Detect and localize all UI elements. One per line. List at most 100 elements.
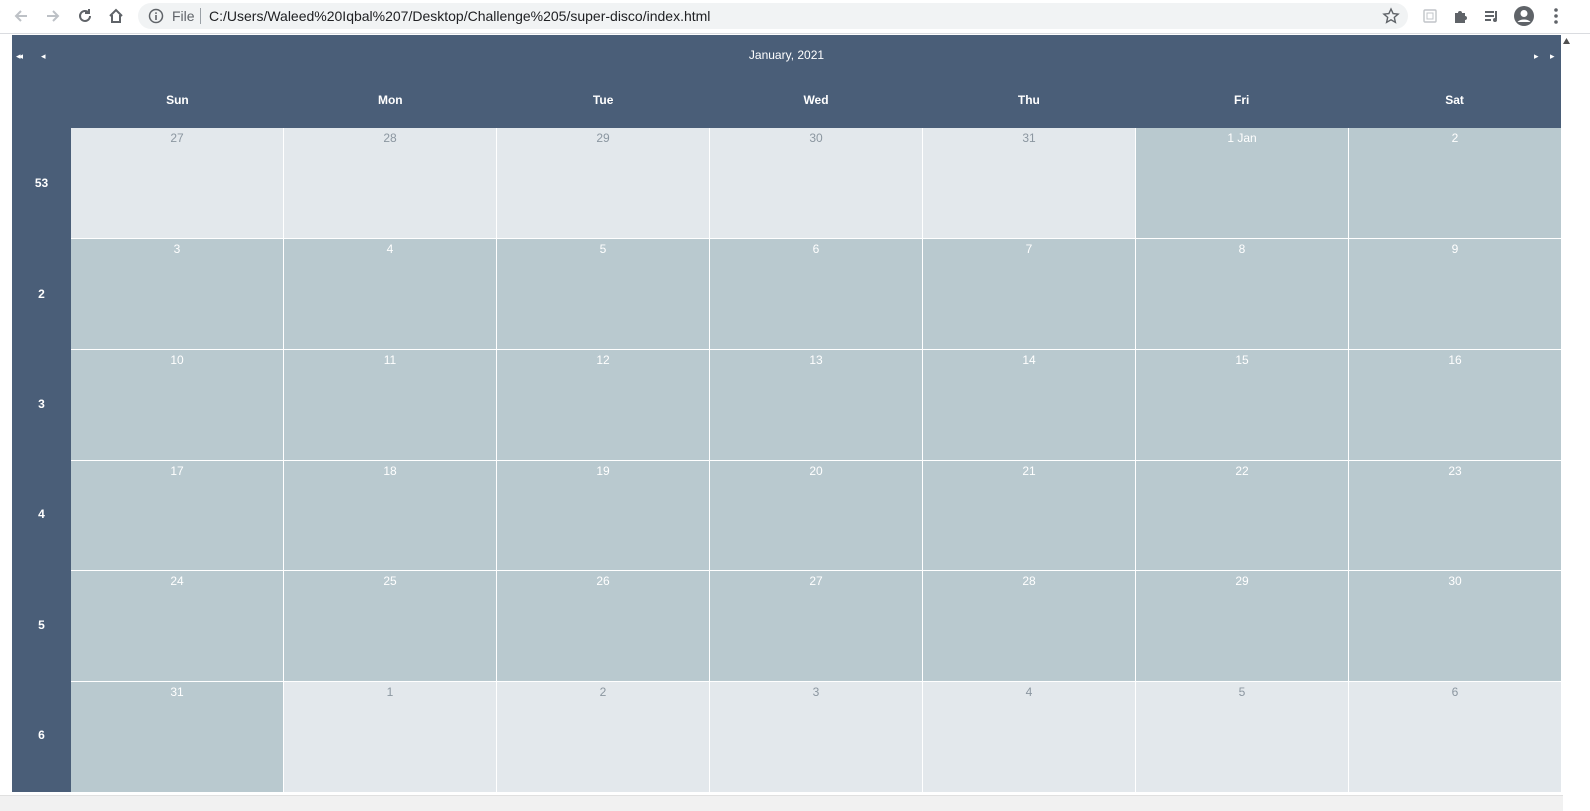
day-number: 31 <box>1022 131 1036 145</box>
day-cell[interactable]: 27 <box>71 128 283 238</box>
day-cell[interactable]: 5 <box>1136 682 1348 792</box>
account-circle-icon <box>1514 6 1534 26</box>
day-cell[interactable]: 28 <box>923 571 1135 682</box>
day-cell[interactable]: 13 <box>710 349 922 460</box>
day-cell[interactable]: 2 <box>1349 128 1561 238</box>
extensions-button[interactable] <box>1449 4 1473 28</box>
weekday-label: Thu <box>1017 93 1040 107</box>
day-number: 24 <box>170 574 184 589</box>
day-cell[interactable]: 14 <box>923 349 1135 460</box>
day-number: 31 <box>170 685 184 700</box>
address-bar[interactable]: File C:/Users/Waleed%20Iqbal%207/Desktop… <box>138 3 1408 29</box>
next-year-button[interactable]: ▸ <box>1550 51 1554 61</box>
day-cell[interactable]: 28 <box>284 128 496 238</box>
media-control-button[interactable] <box>1480 4 1504 28</box>
day-cell[interactable]: 29 <box>497 128 709 238</box>
day-cell[interactable]: 15 <box>1136 349 1348 460</box>
next-month-button[interactable]: ▸ <box>1534 51 1538 61</box>
day-number: 14 <box>1022 352 1036 367</box>
day-number: 26 <box>596 574 610 589</box>
day-cell[interactable]: 1 <box>284 682 496 792</box>
day-cell[interactable]: 18 <box>284 460 496 571</box>
day-cell[interactable]: 7 <box>923 238 1135 349</box>
day-number: 2 <box>599 685 607 700</box>
day-cell[interactable]: 3 <box>710 682 922 792</box>
week-number: 5 <box>38 617 45 632</box>
day-number: 7 <box>1025 241 1033 256</box>
day-cell[interactable]: 25 <box>284 571 496 682</box>
extension-button[interactable] <box>1418 4 1442 28</box>
day-cell[interactable]: 17 <box>71 460 283 571</box>
day-cell[interactable]: 12 <box>497 349 709 460</box>
browser-toolbar: File C:/Users/Waleed%20Iqbal%207/Desktop… <box>0 0 1590 34</box>
day-cell[interactable]: 30 <box>710 128 922 238</box>
back-arrow-icon <box>14 10 27 22</box>
vertical-scrollbar[interactable] <box>1563 34 1590 810</box>
day-number: 2 <box>1451 131 1459 145</box>
profile-button[interactable] <box>1512 4 1536 28</box>
weekday-header-row: Sun Mon Tue Wed Thu Fri Sat <box>71 93 1561 117</box>
day-number: 18 <box>383 463 397 478</box>
day-cell[interactable]: 2 <box>497 682 709 792</box>
day-cell[interactable]: 10 <box>71 349 283 460</box>
day-cell[interactable]: 5 <box>497 238 709 349</box>
weekday-label: Mon <box>377 93 403 107</box>
playlist-icon <box>1485 11 1497 22</box>
day-cell[interactable]: 1 Jan <box>1136 128 1348 238</box>
weekday-label: Fri <box>1234 93 1250 107</box>
bookmark-star-icon[interactable] <box>1382 7 1400 25</box>
day-number: 9 <box>1451 241 1459 256</box>
day-cell[interactable]: 4 <box>923 682 1135 792</box>
day-cell[interactable]: 6 <box>710 238 922 349</box>
day-cell[interactable]: 19 <box>497 460 709 571</box>
forward-button[interactable] <box>41 4 65 28</box>
day-cell[interactable]: 23 <box>1349 460 1561 571</box>
day-number: 28 <box>383 131 397 145</box>
reload-button[interactable] <box>73 4 97 28</box>
day-number: 17 <box>170 463 184 478</box>
day-number: 20 <box>809 463 823 478</box>
day-cell[interactable]: 4 <box>284 238 496 349</box>
month-title: January, 2021 <box>748 48 825 62</box>
day-number: 3 <box>812 685 820 700</box>
horizontal-scrollbar[interactable] <box>0 795 1563 811</box>
day-cell[interactable]: 26 <box>497 571 709 682</box>
day-cell[interactable]: 3 <box>71 238 283 349</box>
menu-button[interactable] <box>1544 4 1568 28</box>
back-button[interactable] <box>9 4 33 28</box>
day-number: 22 <box>1235 463 1249 478</box>
scroll-up-arrow-icon[interactable] <box>1563 38 1570 44</box>
day-cell[interactable]: 31 <box>923 128 1135 238</box>
day-cell[interactable]: 16 <box>1349 349 1561 460</box>
day-cell[interactable]: 31 <box>71 682 283 792</box>
week-number: 6 <box>38 728 45 743</box>
day-number: 1 Jan <box>1227 131 1257 145</box>
day-number: 30 <box>1448 574 1462 589</box>
day-number: 30 <box>809 131 823 145</box>
day-cell[interactable]: 6 <box>1349 682 1561 792</box>
day-cell[interactable]: 20 <box>710 460 922 571</box>
day-number: 29 <box>1235 574 1249 589</box>
day-cell[interactable]: 24 <box>71 571 283 682</box>
day-number: 11 <box>383 352 397 367</box>
day-cell[interactable]: 11 <box>284 349 496 460</box>
home-button[interactable] <box>104 4 128 28</box>
day-cell[interactable]: 8 <box>1136 238 1348 349</box>
day-cell[interactable]: 9 <box>1349 238 1561 349</box>
day-cell[interactable]: 22 <box>1136 460 1348 571</box>
week-number: 53 <box>34 176 49 191</box>
day-number: 25 <box>383 574 397 589</box>
day-cell[interactable]: 27 <box>710 571 922 682</box>
url-text[interactable]: C:/Users/Waleed%20Iqbal%207/Desktop/Chal… <box>209 8 710 24</box>
day-number: 27 <box>170 131 184 145</box>
day-cell[interactable]: 21 <box>923 460 1135 571</box>
day-number: 21 <box>1022 463 1036 478</box>
day-cell[interactable]: 29 <box>1136 571 1348 682</box>
day-number: 28 <box>1022 574 1036 589</box>
day-cell[interactable]: 30 <box>1349 571 1561 682</box>
day-number: 27 <box>809 574 823 589</box>
week-number: 2 <box>38 286 45 301</box>
extension-page-icon <box>1423 9 1437 23</box>
day-number: 6 <box>1451 685 1459 700</box>
day-number: 29 <box>596 131 610 145</box>
